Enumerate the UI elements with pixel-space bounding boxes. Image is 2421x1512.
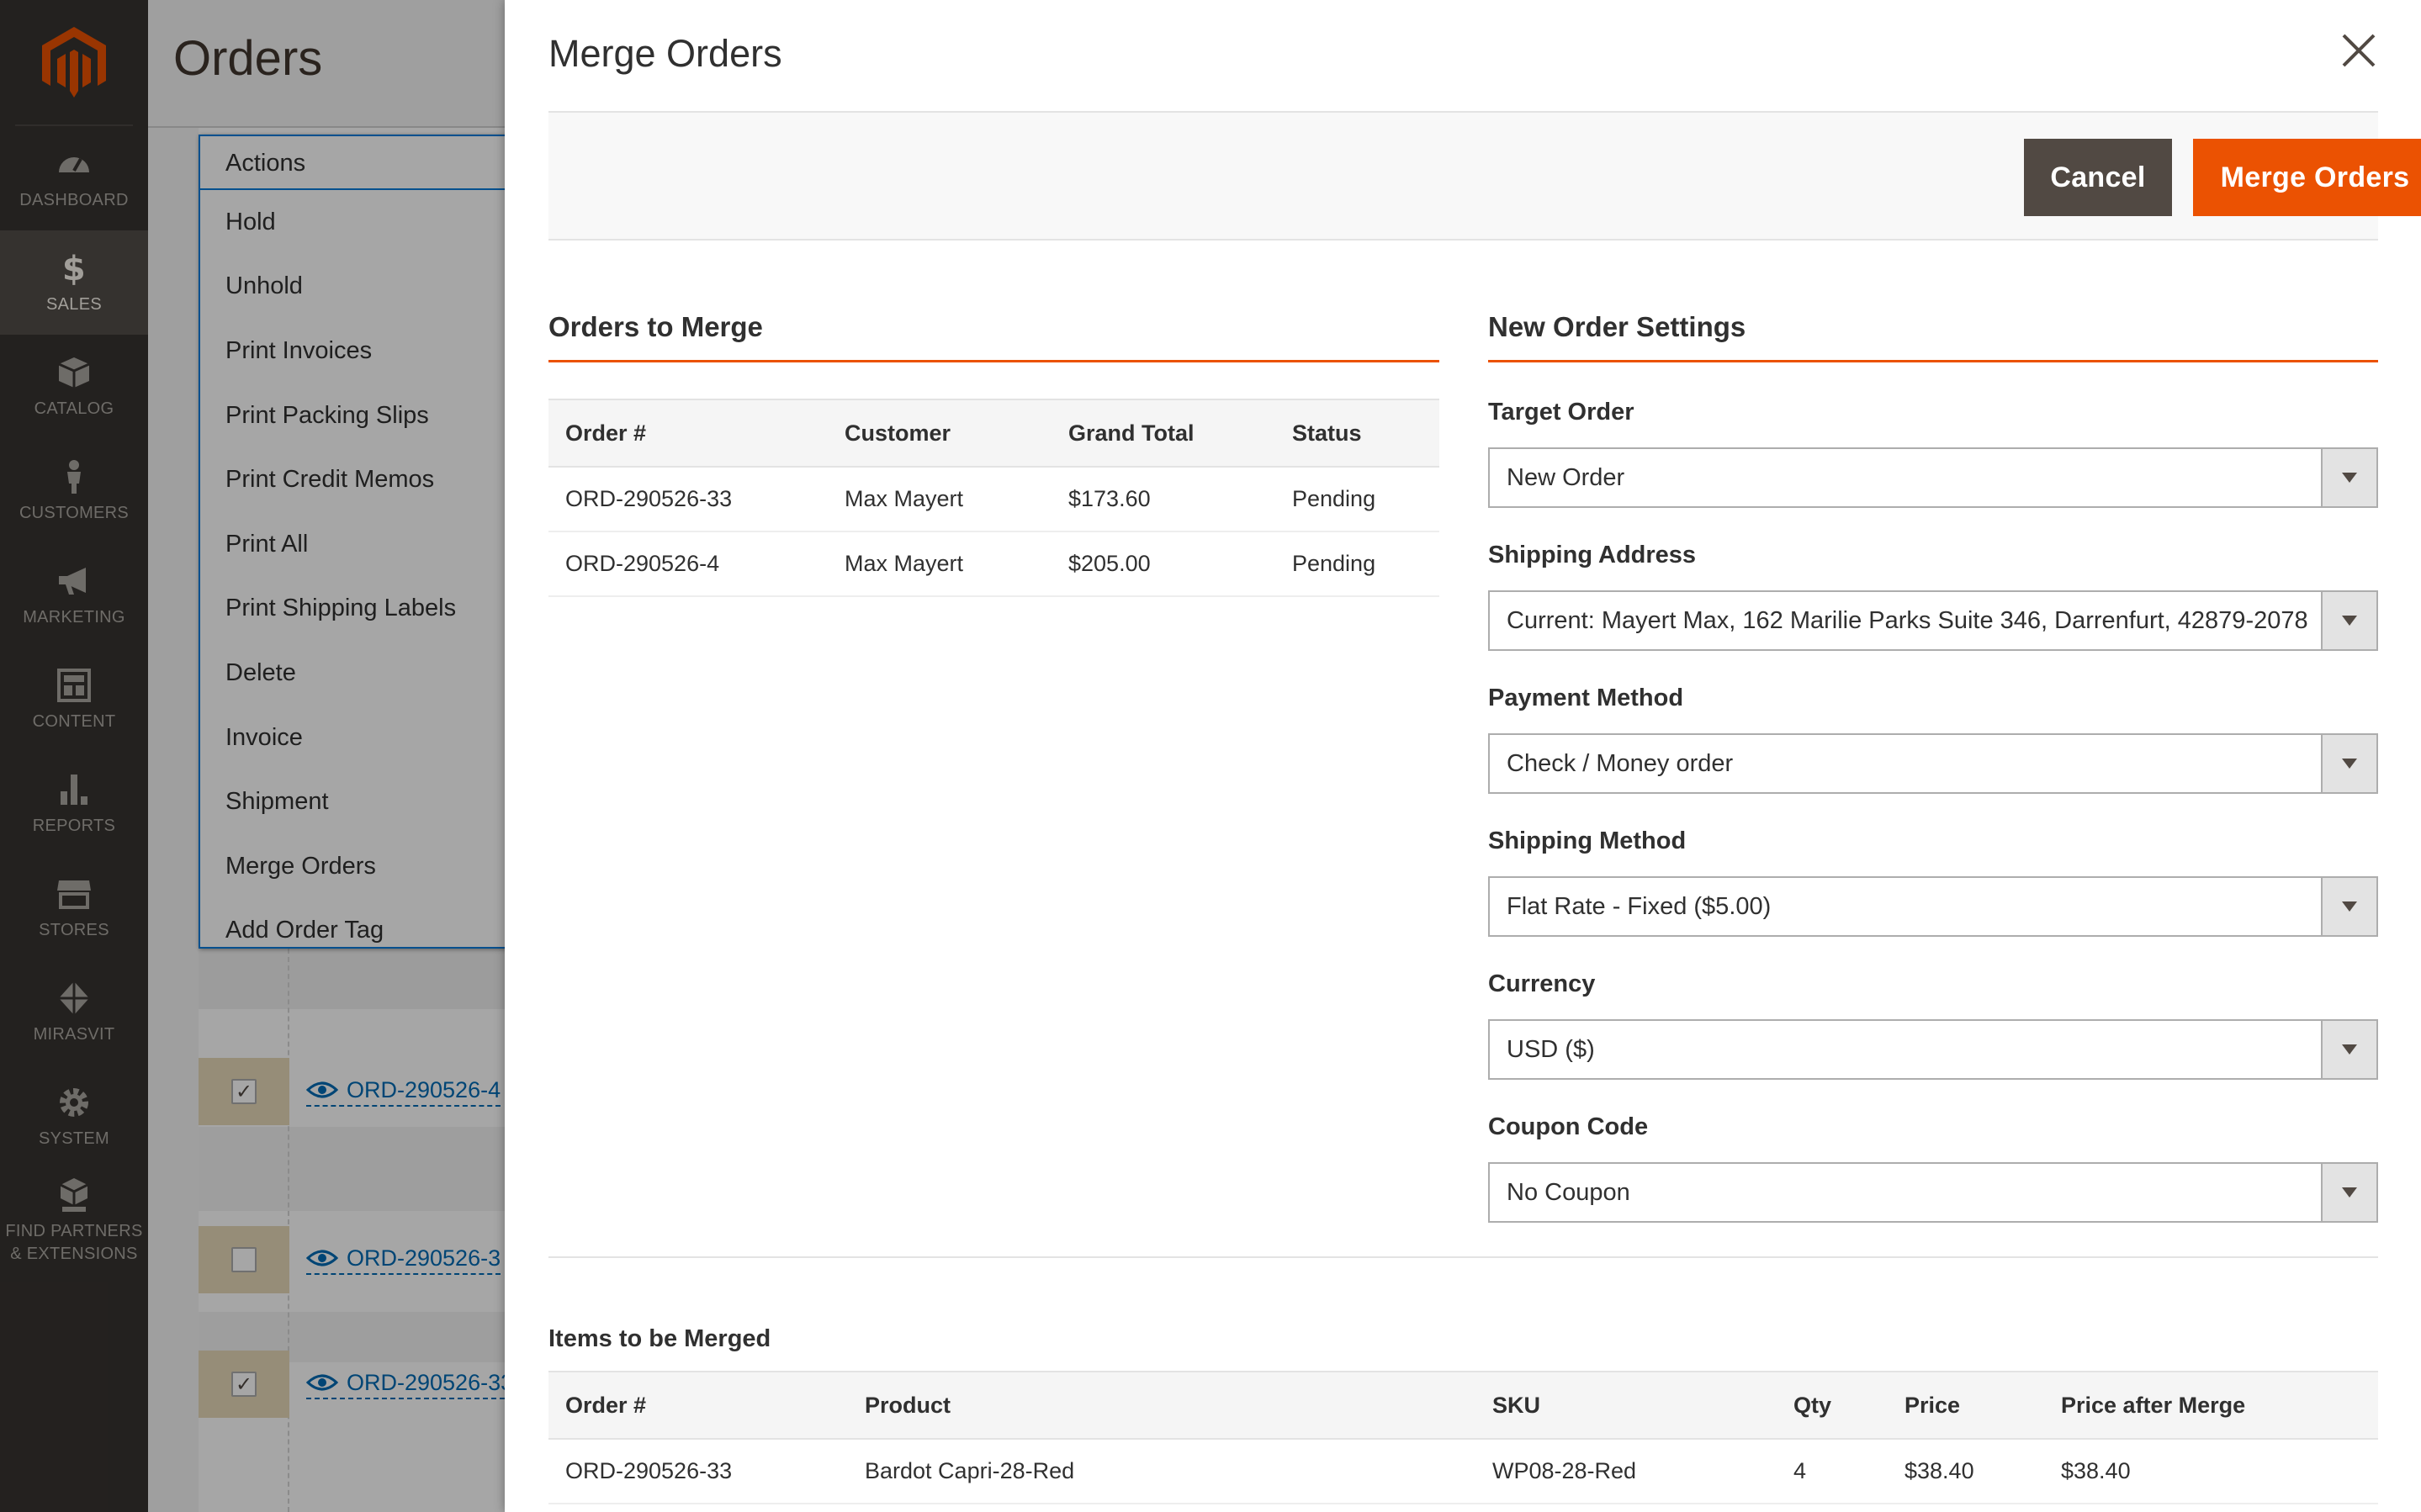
column-header: Customer bbox=[828, 399, 1052, 468]
select-value: New Order bbox=[1507, 463, 1625, 491]
cell-customer: Max Mayert bbox=[828, 467, 1052, 532]
chevron-down-icon bbox=[2321, 1021, 2376, 1078]
coupon-code-label: Coupon Code bbox=[1488, 1113, 1649, 1140]
chevron-down-icon bbox=[2321, 592, 2376, 649]
items-to-be-merged-table: Order # Product SKU Qty Price Price afte… bbox=[548, 1371, 2378, 1504]
select-value: Check / Money order bbox=[1507, 749, 1734, 777]
shipping-address-label: Shipping Address bbox=[1488, 542, 1697, 568]
chevron-down-icon bbox=[2321, 1164, 2376, 1221]
cell-status: Pending bbox=[1275, 467, 1439, 532]
column-header: Order # bbox=[548, 1371, 848, 1440]
select-value: Flat Rate - Fixed ($5.00) bbox=[1507, 892, 1772, 920]
cell-status: Pending bbox=[1275, 531, 1439, 597]
cell-order: ORD-290526-33 bbox=[548, 467, 828, 532]
modal-toolbar: Cancel Merge Orders bbox=[548, 111, 2421, 241]
target-order-label: Target Order bbox=[1488, 399, 1634, 426]
shipping-address-select[interactable]: Current: Mayert Max, 162 Marilie Parks S… bbox=[1488, 590, 2378, 651]
table-header-row: Order # Customer Grand Total Status bbox=[548, 399, 1439, 468]
payment-method-select[interactable]: Check / Money order bbox=[1488, 733, 2378, 794]
payment-method-label: Payment Method bbox=[1488, 685, 1684, 711]
cell-order: ORD-290526-4 bbox=[548, 531, 828, 597]
merge-orders-modal: Merge Orders Cancel Merge Orders Orders … bbox=[505, 0, 2421, 1512]
column-header: Product bbox=[848, 1371, 1475, 1440]
items-to-be-merged-title: Items to be Merged bbox=[548, 1325, 771, 1352]
cell-order: ORD-290526-33 bbox=[548, 1439, 848, 1504]
table-header-row: Order # Product SKU Qty Price Price afte… bbox=[548, 1371, 2378, 1440]
shipping-method-label: Shipping Method bbox=[1488, 827, 1687, 854]
close-icon bbox=[2342, 34, 2376, 67]
coupon-code-select[interactable]: No Coupon bbox=[1488, 1162, 2378, 1223]
currency-select[interactable]: USD ($) bbox=[1488, 1019, 2378, 1080]
column-header: Price after Merge bbox=[2044, 1371, 2378, 1440]
chevron-down-icon bbox=[2321, 735, 2376, 792]
column-header: Grand Total bbox=[1052, 399, 1275, 468]
cell-price: $38.40 bbox=[1888, 1439, 2044, 1504]
cell-grand-total: $173.60 bbox=[1052, 467, 1275, 532]
table-row: ORD-290526-33 Bardot Capri-28-Red WP08-2… bbox=[548, 1439, 2378, 1504]
column-header: Status bbox=[1275, 399, 1439, 468]
select-value: Current: Mayert Max, 162 Marilie Parks S… bbox=[1507, 606, 2308, 634]
close-button[interactable] bbox=[2339, 30, 2379, 71]
new-order-settings-title: New Order Settings bbox=[1488, 311, 2378, 362]
table-row: ORD-290526-33 Max Mayert $173.60 Pending bbox=[548, 467, 1439, 532]
merge-orders-button[interactable]: Merge Orders bbox=[2193, 139, 2421, 216]
select-value: No Coupon bbox=[1507, 1178, 1630, 1206]
target-order-select[interactable]: New Order bbox=[1488, 447, 2378, 508]
orders-to-merge-title: Orders to Merge bbox=[548, 311, 1439, 362]
chevron-down-icon bbox=[2321, 878, 2376, 935]
column-header: Price bbox=[1888, 1371, 2044, 1440]
column-header: Qty bbox=[1777, 1371, 1888, 1440]
modal-title: Merge Orders bbox=[548, 32, 782, 75]
cell-sku: WP08-28-Red bbox=[1475, 1439, 1777, 1504]
cell-customer: Max Mayert bbox=[828, 531, 1052, 597]
column-header: Order # bbox=[548, 399, 828, 468]
cancel-button[interactable]: Cancel bbox=[2024, 139, 2172, 216]
cell-grand-total: $205.00 bbox=[1052, 531, 1275, 597]
cell-price-after-merge: $38.40 bbox=[2044, 1439, 2378, 1504]
orders-to-merge-table: Order # Customer Grand Total Status ORD-… bbox=[548, 399, 1439, 597]
table-row: ORD-290526-4 Max Mayert $205.00 Pending bbox=[548, 531, 1439, 597]
chevron-down-icon bbox=[2321, 449, 2376, 506]
select-value: USD ($) bbox=[1507, 1035, 1595, 1063]
column-header: SKU bbox=[1475, 1371, 1777, 1440]
shipping-method-select[interactable]: Flat Rate - Fixed ($5.00) bbox=[1488, 876, 2378, 937]
currency-label: Currency bbox=[1488, 970, 1596, 997]
section-divider bbox=[548, 1256, 2378, 1258]
cell-qty: 4 bbox=[1777, 1439, 1888, 1504]
cell-product: Bardot Capri-28-Red bbox=[848, 1439, 1475, 1504]
